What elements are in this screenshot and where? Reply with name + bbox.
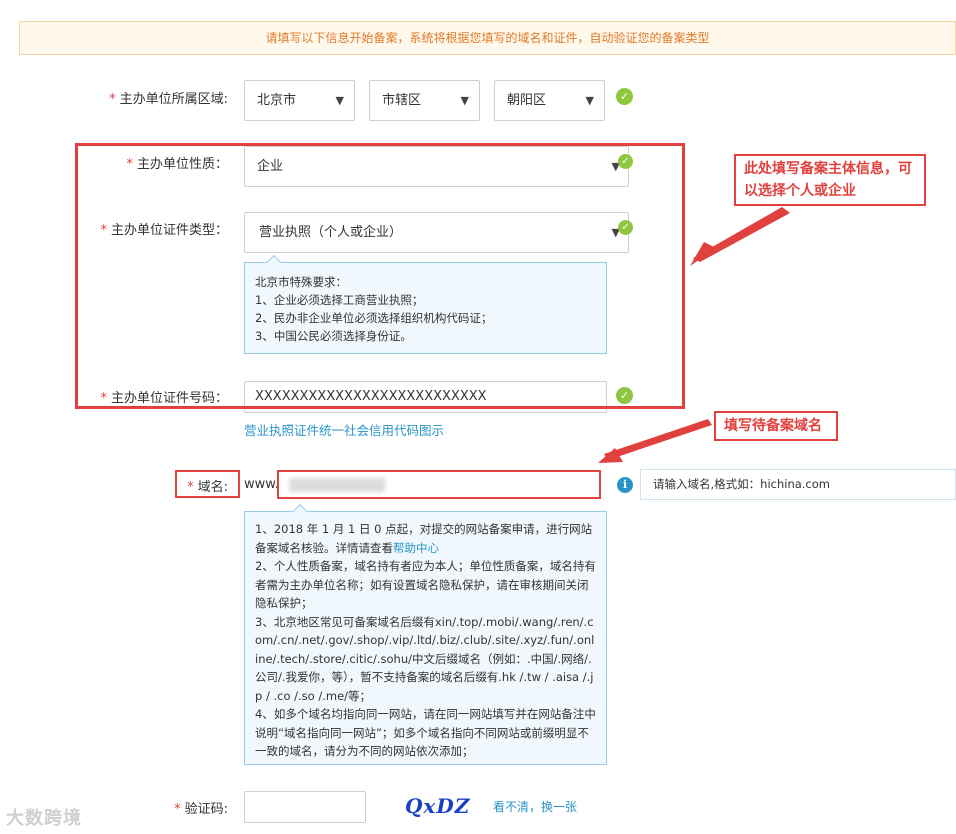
region-label: * 主办单位所属区域: — [109, 92, 228, 107]
city-select[interactable]: 市辖区 ▼ — [369, 80, 480, 121]
domain-input[interactable] — [279, 472, 599, 497]
domain-arrow — [604, 419, 712, 460]
subject-arrow — [693, 207, 790, 262]
notice-banner: 请填写以下信息开始备案，系统将根据您填写的域名和证件，自动验证您的备案类型 — [19, 21, 956, 55]
subject-arrowhead — [690, 242, 716, 266]
blurred-domain-text — [289, 478, 385, 492]
domain-format-tip: 请输入域名,格式如：hichina.com — [640, 469, 956, 500]
subject-annotation: 此处填写备案主体信息，可以选择个人或企业 — [734, 154, 926, 206]
domain-prefix: www. — [244, 477, 279, 492]
domain-label: * 域名: — [187, 480, 228, 495]
help-center-link[interactable]: 帮助中心 — [393, 541, 439, 555]
domain-annotation: 填写待备案域名 — [714, 411, 838, 441]
domain-arrowhead — [598, 448, 623, 463]
info-icon: i — [617, 477, 633, 493]
subject-highlight-box — [75, 143, 685, 409]
district-select[interactable]: 朝阳区 ▼ — [494, 80, 605, 121]
chevron-down-icon: ▼ — [585, 94, 594, 107]
chevron-down-icon: ▼ — [460, 94, 469, 107]
domain-notes: 1、2018 年 1 月 1 日 0 点起，对提交的网站备案申请，进行网站备案域… — [244, 503, 607, 765]
captcha-refresh-link[interactable]: 看不清，换一张 — [493, 798, 577, 815]
province-select[interactable]: 北京市 ▼ — [244, 80, 355, 121]
check-icon: ✓ — [616, 88, 633, 105]
cert-sample-link[interactable]: 营业执照证件统一社会信用代码图示 — [244, 420, 444, 439]
chevron-down-icon: ▼ — [335, 94, 344, 107]
captcha-input[interactable] — [244, 791, 366, 823]
captcha-image[interactable]: QxDZ — [405, 790, 475, 822]
watermark: 大数跨境 — [6, 808, 82, 829]
